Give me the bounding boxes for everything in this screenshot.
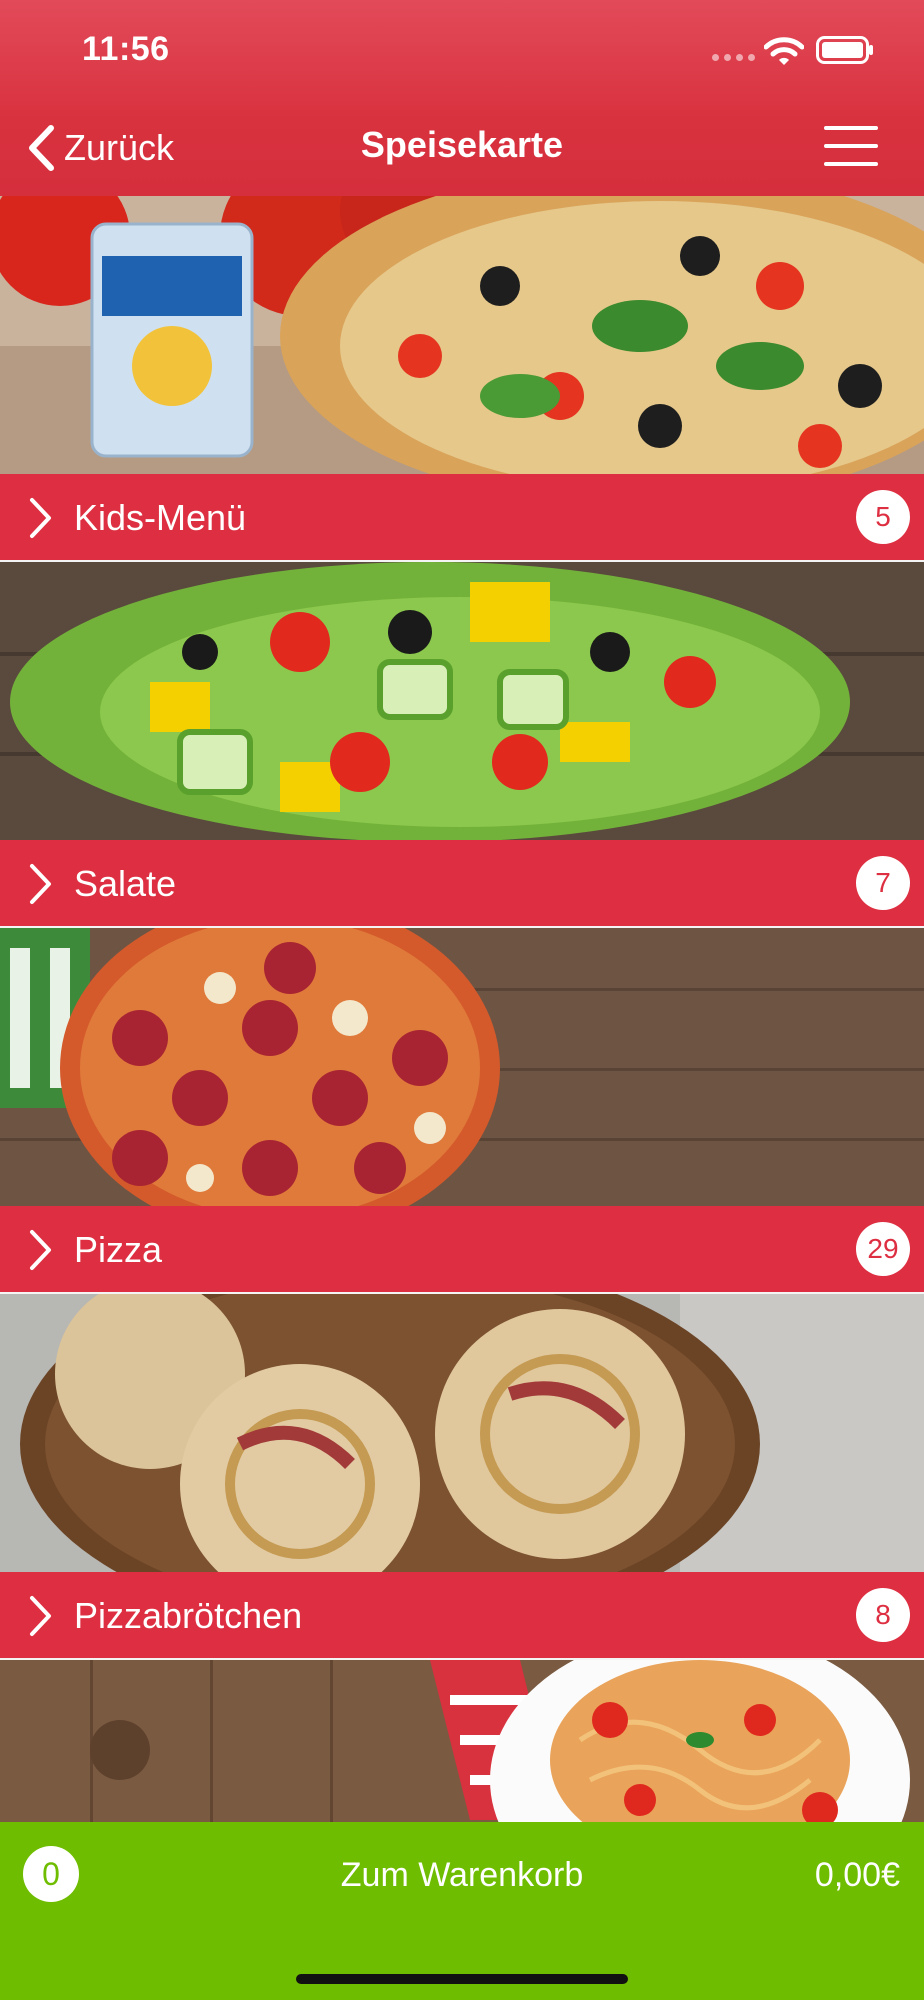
chevron-right-icon xyxy=(30,1230,51,1270)
cart-button[interactable]: 0 Zum Warenkorb 0,00€ xyxy=(0,1822,924,2000)
category-name: Kids-Menü xyxy=(74,497,247,538)
battery-icon xyxy=(816,36,873,64)
item-count-badge: 5 xyxy=(856,490,910,544)
status-time: 11:56 xyxy=(82,30,170,68)
category-kids-menu[interactable]: Kids-Menü 5 xyxy=(0,196,924,562)
item-count-badge: 29 xyxy=(856,1222,910,1276)
page-title: Speisekarte xyxy=(360,124,564,165)
category-pizza[interactable]: Pizza 29 xyxy=(0,928,924,1294)
category-image-pizza xyxy=(0,928,924,1206)
hamburger-menu-icon[interactable] xyxy=(822,124,882,168)
cellular-signal-icon xyxy=(712,54,755,61)
header: 11:56 Zurück Speisekarte xyxy=(0,0,924,196)
home-indicator[interactable] xyxy=(296,1974,628,1984)
chevron-right-icon xyxy=(30,498,51,538)
category-pizzabroetchen[interactable]: Pizzabrötchen 8 xyxy=(0,1294,924,1660)
category-name: Salate xyxy=(74,863,177,904)
category-name: Pizza xyxy=(74,1229,163,1270)
category-list: Kids-Menü 5 Salate 7 Pizza 29 Pizzabrötc… xyxy=(0,196,924,2000)
item-count-badge: 8 xyxy=(856,1588,910,1642)
cart-total: 0,00€ xyxy=(814,1856,900,1894)
category-salate[interactable]: Salate 7 xyxy=(0,562,924,928)
category-bar[interactable]: Kids-Menü 5 xyxy=(0,474,924,562)
wifi-icon xyxy=(764,37,804,65)
category-image-pizzabroetchen xyxy=(0,1294,924,1572)
category-bar[interactable]: Pizza 29 xyxy=(0,1206,924,1294)
category-bar[interactable]: Pizzabrötchen 8 xyxy=(0,1572,924,1660)
chevron-right-icon xyxy=(30,864,51,904)
category-name: Pizzabrötchen xyxy=(74,1595,303,1636)
category-bar[interactable]: Salate 7 xyxy=(0,840,924,928)
category-image-kids-menu xyxy=(0,196,924,474)
chevron-right-icon xyxy=(30,1596,51,1636)
cart-label: Zum Warenkorb xyxy=(340,1856,584,1894)
category-image-salate xyxy=(0,562,924,840)
item-count-badge: 7 xyxy=(856,856,910,910)
